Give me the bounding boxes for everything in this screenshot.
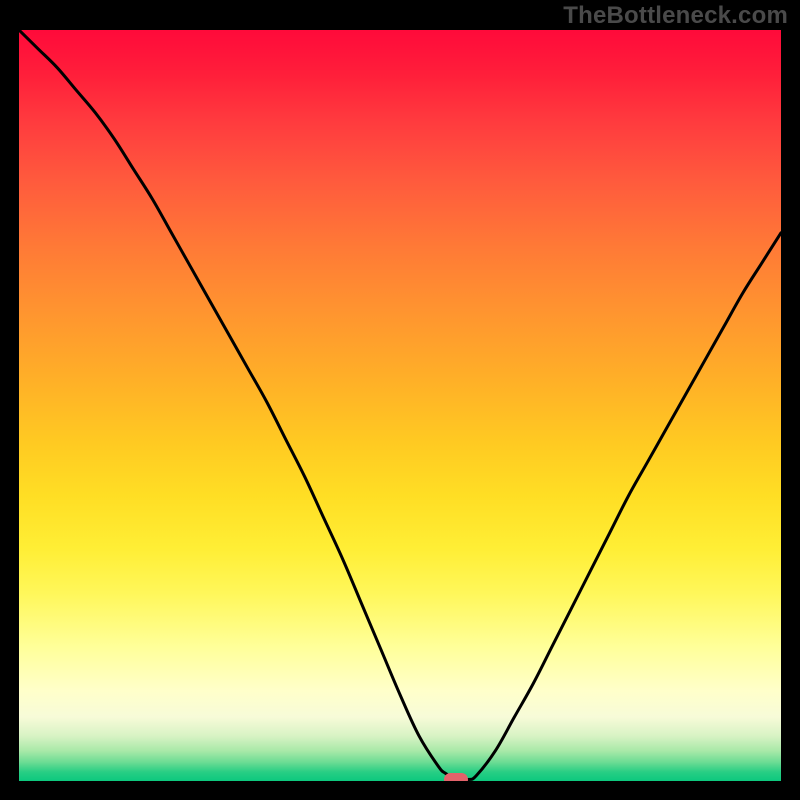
plot-area xyxy=(19,30,781,781)
watermark-text: TheBottleneck.com xyxy=(563,2,788,30)
image-frame: TheBottleneck.com xyxy=(0,0,800,800)
bottleneck-curve xyxy=(19,30,781,781)
optimal-marker xyxy=(444,773,468,781)
